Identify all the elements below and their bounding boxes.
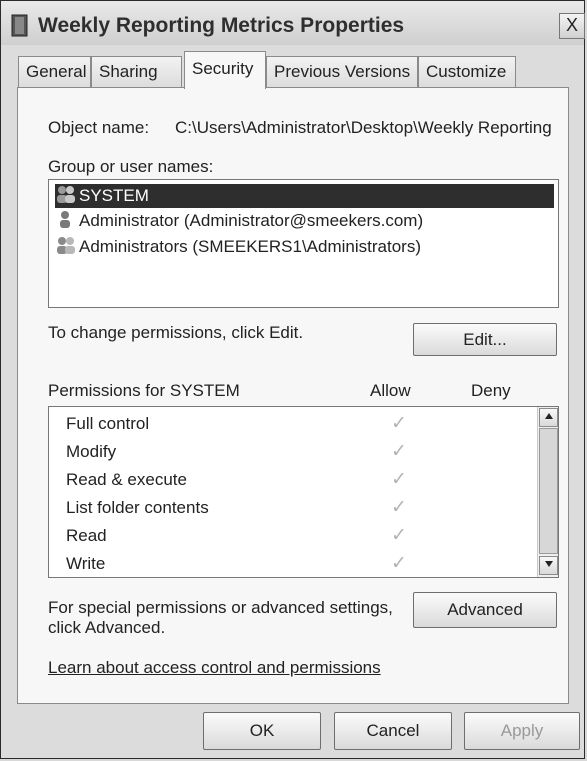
object-name-value: C:\Users\Administrator\Desktop\Weekly Re… (175, 118, 552, 137)
permissions-header: Permissions for SYSTEM (48, 381, 240, 400)
allow-check-icon: ✓ (391, 553, 407, 574)
permission-name: List folder contents (66, 498, 209, 517)
list-item[interactable]: Administrators (SMEEKERS1\Administrators… (55, 235, 421, 259)
permission-name: Read (66, 526, 107, 545)
permission-name: Full control (66, 414, 150, 433)
folder-icon (11, 14, 28, 37)
apply-button[interactable]: Apply (464, 712, 580, 750)
user-icon (60, 211, 70, 228)
tab-previous-versions[interactable]: Previous Versions (266, 56, 418, 88)
tab-general[interactable]: General (18, 56, 91, 88)
close-button[interactable]: X (559, 13, 585, 39)
permissions-scrollbar[interactable] (537, 407, 558, 577)
deny-header: Deny (471, 381, 511, 400)
allow-check-icon: ✓ (391, 497, 407, 518)
advanced-button[interactable]: Advanced (413, 592, 557, 628)
special-permissions-text-line2: click Advanced. (48, 618, 166, 637)
user-list[interactable]: SYSTEM Administrator (Administrator@smee… (48, 179, 559, 308)
arrow-up-icon (544, 413, 553, 419)
group-names-label: Group or user names: (48, 157, 214, 176)
cancel-button[interactable]: Cancel (334, 712, 452, 750)
permissions-list: Full control ✓ Modify ✓ Read & execute ✓… (48, 406, 559, 578)
allow-check-icon: ✓ (391, 469, 407, 490)
permission-name: Write (66, 554, 106, 573)
user-name: SYSTEM (79, 186, 149, 205)
properties-dialog: Weekly Reporting Metrics Properties X Ge… (0, 0, 585, 759)
scroll-down-button[interactable] (539, 556, 558, 575)
permission-name: Modify (66, 442, 117, 461)
user-name: Administrators (SMEEKERS1\Administrators… (79, 237, 421, 256)
scroll-up-button[interactable] (539, 408, 558, 427)
tab-sharing[interactable]: Sharing (91, 56, 182, 88)
permission-name: Read & execute (66, 470, 187, 489)
list-item[interactable]: Administrator (Administrator@smeekers.co… (55, 209, 423, 233)
tab-security[interactable]: Security (184, 51, 266, 89)
learn-access-control-link[interactable]: Learn about access control and permissio… (48, 658, 381, 678)
allow-header: Allow (370, 381, 411, 400)
object-name-label: Object name: (48, 118, 150, 137)
special-permissions-text: For special permissions or advanced sett… (48, 598, 393, 617)
window-title: Weekly Reporting Metrics Properties (38, 14, 405, 37)
allow-check-icon: ✓ (391, 441, 407, 462)
list-item[interactable]: SYSTEM (55, 184, 554, 208)
user-group-icon (57, 237, 75, 254)
change-permissions-text: To change permissions, click Edit. (48, 323, 304, 342)
ok-button[interactable]: OK (203, 712, 321, 750)
scroll-thumb[interactable] (539, 428, 558, 554)
user-group-icon (57, 186, 75, 203)
allow-check-icon: ✓ (391, 525, 407, 546)
tab-customize[interactable]: Customize (418, 56, 516, 88)
arrow-down-icon (544, 561, 553, 567)
allow-check-icon: ✓ (391, 413, 407, 434)
title-bar: Weekly Reporting Metrics Properties X (1, 1, 585, 45)
edit-button[interactable]: Edit... (413, 323, 557, 356)
user-name: Administrator (Administrator@smeekers.co… (79, 211, 424, 230)
